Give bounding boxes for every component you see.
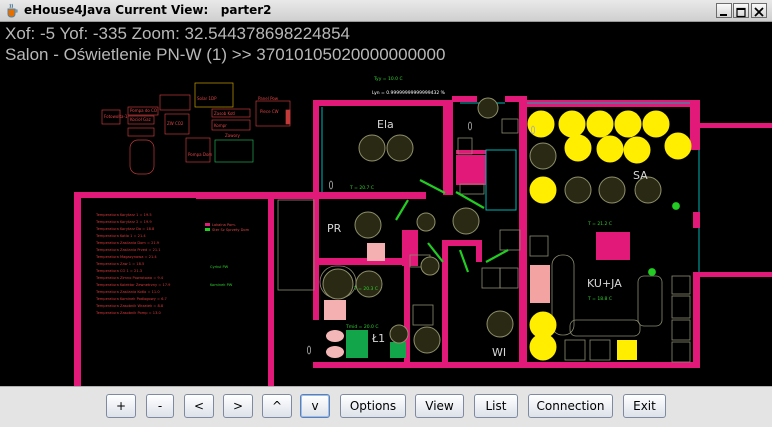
view-button[interactable]: View [415,394,464,418]
lamp-on[interactable] [614,110,642,138]
sensor-line: Temperatura Zaw 1 = 18.5 [95,262,144,266]
lamp-on[interactable] [664,132,692,160]
minimize-button[interactable] [716,3,732,18]
side-label: Kominek PW [210,283,233,287]
maximize-icon [736,7,746,18]
legend-item: Lokalna Pom. [212,223,236,227]
lamp-off[interactable] [486,310,514,338]
lamp-off[interactable] [386,134,414,162]
lamp-off[interactable] [564,176,592,204]
sensor-line: Temperatura Zasilania Dom = 21.9 [95,241,160,245]
zoom-out-button[interactable]: - [146,394,174,418]
legend-item: Ster Sz Sprzety Dom [212,228,250,232]
options-button[interactable]: Options [340,394,406,418]
sensor-line: Temperatura Korytarz 2 = 19.9 [95,220,152,224]
sensor-line: Temperatura Kolektor Zewnetrzny = 17.9 [95,283,171,287]
lamp-off[interactable] [420,256,440,276]
sensor-line: Temperatura Zimno Powrotowa = 9.4 [95,276,164,280]
temp-ela: T = 20.7 C [349,185,374,191]
diagram-label: Fotowolta-1 [104,114,128,119]
lamp-off[interactable] [416,212,436,232]
zoom-in-button[interactable]: + [106,394,136,418]
sensor-line: Temperatura Zasobnik Pomp = 13.0 [95,311,162,315]
sensor-list: Temperatura Korytarz 1 = 19.5 Temperatura… [95,213,171,315]
diagram-label: Solar 1DP [197,96,217,101]
diagram-label: Zasob Kotl [214,111,235,116]
coordinates-readout: Xof: -5 Yof: -335 Zoom: 32.5443786982248… [5,24,350,43]
lamp-off[interactable] [529,142,557,170]
lamp-off[interactable] [413,326,441,354]
pan-left-button[interactable]: < [184,394,214,418]
pan-up-button[interactable]: ^ [262,394,292,418]
sensor-line: Temperatura Zasilania Przed = 21.1 [95,248,161,252]
sensor-line: Temperatura Zasobnik Wrzatek = 8.8 [95,304,164,308]
temp-sa: T = 21.2 C [587,221,612,227]
lamp-off[interactable] [355,270,383,298]
diagram-label: Zawory [225,133,241,138]
diagram-label: Pompa do CO [130,108,157,113]
lamp-off[interactable] [477,97,499,119]
floor-plan-canvas[interactable]: Fotowolta-1 Pompa do CO Kocioł Gaz Solar… [0,22,772,386]
sensor-line: Temperatura Kotlo 1 = 21.4 [95,234,146,238]
java-cup-icon [7,3,18,18]
lamps [322,97,692,361]
diagram-label: Panel Pow [258,96,279,101]
lamp-off[interactable] [389,324,409,344]
minimize-icon [720,14,727,16]
lamp-on[interactable] [529,333,557,361]
temp-top2: Lyn = 0.99999999999999432 % [372,90,446,96]
pan-down-button[interactable]: v [300,394,330,418]
lamp-on[interactable] [642,110,670,138]
list-button[interactable]: List [474,394,518,418]
temp-top1: Tyy = 10.0 C [373,76,403,82]
diagram-label: Kompr [214,123,227,128]
room-label-wi: WI [492,346,506,359]
close-window-button[interactable] [751,3,767,18]
sensor-line: Temperatura Korytarz Do = 18.8 [95,227,155,231]
bottom-toolbar: + - < > ^ v Options View List Connection… [0,386,772,427]
temp-kuja: T = 18.8 C [587,296,612,302]
selected-device-readout: Salon - Oświetlenie PN-W (1) >> 37010105… [5,45,446,64]
room-label-kuja: KU+JA [587,277,622,290]
temp-pr: T = 20.3 C [353,286,378,292]
room-label-ela: Ela [377,118,394,131]
lamp-on[interactable] [564,134,592,162]
sensor-line: Temperatura CO 1 = 21.3 [95,269,142,273]
diagram-label: Kocioł Gaz [130,117,151,122]
lamp-off[interactable] [358,134,386,162]
sensor-line: Temperatura Magazynowa = 21.4 [95,255,157,259]
window-title: eHouse4Java Current View: parter2 [24,3,272,17]
lamp-on[interactable] [623,136,651,164]
lamp-off[interactable] [598,176,626,204]
exit-button[interactable]: Exit [623,394,666,418]
room-label-sa: SA [633,169,648,182]
title-bar: eHouse4Java Current View: parter2 [0,0,772,22]
connection-button[interactable]: Connection [528,394,613,418]
maximize-button[interactable] [733,3,749,18]
temp-l1: Tmid = 20.0 C [345,324,378,330]
lamp-off[interactable] [452,207,480,235]
close-icon [754,7,764,17]
lamp-on[interactable] [596,135,624,163]
floor-plan[interactable]: Fotowolta-1 Pompa do CO Kocioł Gaz Solar… [0,22,772,386]
legend: Lokalna Pom. Ster Sz Sprzety Dom Cyrkul … [205,223,250,287]
sensor-line: Temperatura Zasilania Kotlo = 11.0 [95,290,160,294]
sensor-line: Temperatura Kominek Podlogowy = 6.7 [95,297,167,301]
lamp-on[interactable] [586,110,614,138]
lamp-on[interactable] [558,110,586,138]
diagram-label: Pompa Dom [188,152,212,157]
room-label-l1: Ł1 [371,332,385,345]
room-label-pr: PR [327,222,342,235]
lamp-off[interactable] [354,211,382,239]
sensor-line: Temperatura Korytarz 1 = 19.5 [95,213,152,217]
side-label: Cyrkul PW [210,265,229,269]
lamp-on[interactable] [529,176,557,204]
diagram-label: Piece CW [260,109,279,114]
diagram-label: ZW CO2 [167,121,184,126]
pan-right-button[interactable]: > [223,394,253,418]
lamp-off[interactable] [322,268,354,300]
